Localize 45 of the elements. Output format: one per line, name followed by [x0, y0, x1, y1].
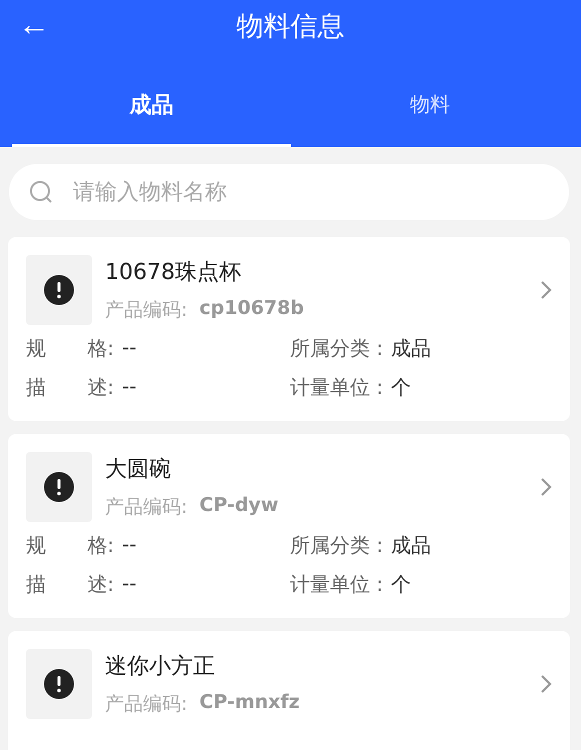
field-value: -- — [122, 335, 136, 361]
chevron-right-icon — [540, 674, 552, 694]
product-name: 大圆碗 — [105, 456, 172, 484]
warning-icon — [44, 275, 74, 305]
field-label: 述: — [87, 571, 114, 598]
field-label: 所属分类 : — [290, 532, 384, 559]
field-value: 成品 — [391, 532, 432, 559]
field-label: 计量单位 : — [290, 571, 384, 598]
search-icon — [29, 180, 53, 204]
search-field[interactable]: 请输入物料名称 — [9, 164, 569, 220]
product-code: CP-dyw — [199, 494, 278, 518]
product-name: 迷你小方正 — [105, 653, 216, 681]
field-value: -- — [122, 571, 136, 597]
field-value: 成品 — [391, 335, 432, 362]
tab[interactable]: 成品 — [12, 52, 290, 147]
page-title: 物料信息 — [236, 10, 344, 44]
chevron-right-icon — [540, 280, 552, 300]
product-card[interactable]: 大圆碗 产品编码: CP-dyw 规 格: -- 所属分类 : 成品 描 述: -- 计量单位 : 个 — [8, 434, 570, 618]
field-label: 格: — [87, 532, 114, 559]
field-label: 规 — [26, 335, 46, 362]
field-label: 计量单位 : — [290, 374, 384, 401]
product-name: 10678珠点杯 — [105, 259, 242, 287]
field-label: 所属分类 : — [290, 335, 384, 362]
chevron-right-icon — [540, 477, 552, 497]
code-label: 产品编码: — [105, 692, 188, 717]
code-label: 产品编码: — [105, 495, 188, 520]
field-label: 述: — [87, 374, 114, 401]
field-label: 描 — [26, 571, 46, 598]
product-card[interactable]: 迷你小方正 产品编码: CP-mnxfz — [8, 631, 570, 750]
field-value: -- — [122, 374, 136, 400]
product-code: cp10678b — [199, 297, 304, 321]
product-card[interactable]: 10678珠点杯 产品编码: cp10678b 规 格: -- 所属分类 : 成品 描 述: -- 计量单位 : 个 — [8, 237, 570, 421]
field-value: 个 — [391, 571, 412, 598]
field-label: 规 — [26, 532, 46, 559]
tab[interactable]: 物料 — [290, 52, 569, 147]
code-label: 产品编码: — [105, 298, 188, 323]
back-button[interactable]: ← — [18, 4, 50, 44]
product-code: CP-mnxfz — [199, 691, 300, 715]
field-value: -- — [122, 532, 136, 558]
field-label: 格: — [87, 335, 114, 362]
warning-icon — [44, 472, 74, 502]
warning-icon — [44, 669, 74, 699]
search-input[interactable]: 请输入物料名称 — [71, 178, 569, 206]
field-label: 描 — [26, 374, 46, 401]
field-value: 个 — [391, 374, 412, 401]
